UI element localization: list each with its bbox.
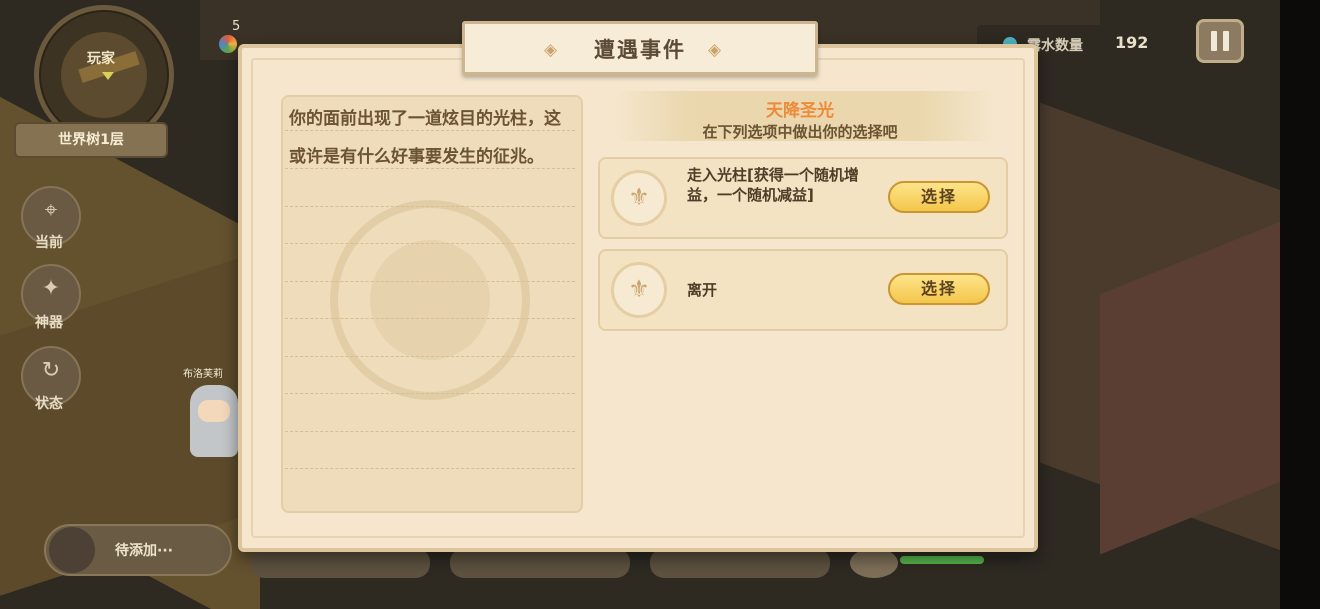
minimap-player-label: 玩家	[87, 51, 115, 67]
dew-value: 192	[1115, 33, 1149, 52]
side-button-label: 神器	[35, 315, 63, 331]
side-button-label: 当前	[35, 235, 63, 251]
ruled-line	[285, 318, 575, 319]
event-name: 天降圣光	[766, 101, 834, 121]
coin-count: 5	[232, 19, 241, 34]
choice-prompt: 在下列选项中做出你的选择吧	[702, 123, 898, 141]
empty-avatar-icon	[49, 527, 95, 573]
pause-icon	[1223, 31, 1229, 51]
ruled-line	[285, 206, 575, 207]
dialog-title: 遭遇事件	[594, 38, 686, 62]
team-slot[interactable]	[250, 548, 430, 578]
location-pin-icon: ⌖	[44, 198, 58, 223]
player-marker-icon	[102, 72, 114, 80]
floor-banner: 世界树1层	[14, 122, 168, 158]
ruled-line	[285, 393, 575, 394]
event-description: 你的面前出现了一道炫目的光柱，这或许是有什么好事要发生的征兆。	[289, 109, 561, 167]
ruled-line	[285, 243, 575, 244]
team-slot[interactable]	[450, 548, 630, 578]
ruled-line	[285, 281, 575, 282]
ruled-line	[285, 468, 575, 469]
hero-avatar[interactable]	[850, 548, 898, 578]
pause-icon	[1211, 31, 1217, 51]
add-member-label: 待添加···	[115, 543, 173, 559]
hp-bar-fill	[900, 556, 984, 564]
ruled-line	[285, 431, 575, 432]
emblem-watermark-center	[370, 240, 490, 360]
fleur-emblem-icon: ⚜	[611, 170, 667, 226]
option-text: 走入光柱[获得一个随机增益，一个随机减益]	[687, 166, 859, 204]
character-name-tag: 布洛芙莉	[183, 369, 223, 380]
choose-button[interactable]: 选择	[888, 273, 990, 305]
choose-button[interactable]: 选择	[888, 181, 990, 213]
ruled-line	[285, 356, 575, 357]
character-face	[198, 400, 230, 422]
side-button-label: 状态	[35, 396, 63, 412]
star-compass-icon: ✦	[41, 276, 61, 301]
coin-icon	[219, 35, 237, 53]
team-slot[interactable]	[650, 548, 830, 578]
status-swirl-icon: ↻	[41, 358, 61, 383]
option-text: 离开	[687, 281, 718, 299]
screen-edge	[1280, 0, 1320, 609]
fleur-emblem-icon: ⚜	[611, 262, 667, 318]
pause-button[interactable]	[1196, 19, 1244, 63]
hp-bar	[900, 556, 1020, 564]
